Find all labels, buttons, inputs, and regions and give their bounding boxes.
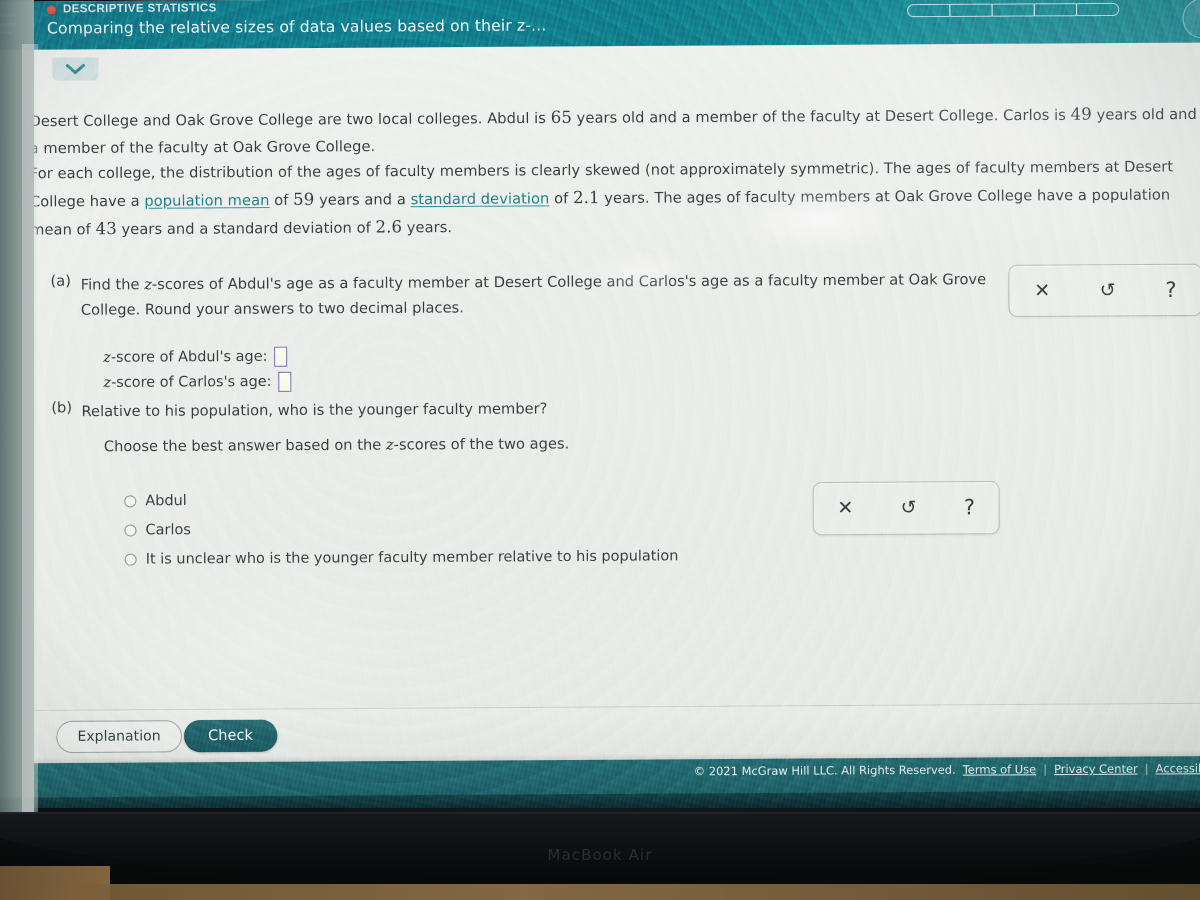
carlos-label-var-z: z [103,374,112,391]
p1-text-1: Desert College and Oak Grove College are… [29,109,551,131]
p2-desert-mean: 59 [293,189,315,209]
topic-label: DESCRIPTIVE STATISTICS [62,2,217,16]
footer-separator: | [1043,762,1048,777]
radio-option-unclear[interactable]: It is unclear who is the younger faculty… [124,539,1058,574]
part-a-prompt-line2: College. Round your answers to two decim… [80,299,464,319]
p1-text-2: years old and a member of the faculty at… [571,106,1071,127]
chevron-down-icon [65,63,85,75]
accessibility-link[interactable]: Accessib [1156,761,1200,775]
laptop-photo: Desert College and Oak Grove College are… [0,0,1200,900]
progress-bar[interactable] [907,2,1120,18]
topic-status-dot-icon [46,4,56,14]
question-mark-icon[interactable]: ? [1165,277,1176,301]
legal-footer-inner: © 2021 McGraw Hill LLC. All Rights Reser… [694,761,1200,778]
part-a-prompt-post: -scores of Abdul's age as a faculty memb… [151,271,987,294]
p2-oakgrove-sd: 2.6 [375,217,403,237]
p2-desert-sd: 2.1 [572,187,600,208]
radio-option-label: Abdul [145,492,187,509]
privacy-center-link[interactable]: Privacy Center [1054,762,1138,777]
abdul-zscore-input[interactable] [274,346,288,367]
abdul-label-rest: -score of Abdul's age: [110,348,268,366]
part-b-label: (b) [51,399,73,417]
close-x-icon[interactable]: ✕ [837,497,853,519]
p2-text-6: years and a standard deviation of [116,219,376,239]
radio-option-label: Carlos [145,521,191,538]
laptop-screen: Desert College and Oak Grove College are… [0,0,1200,818]
problem-paragraph-2: For each college, the distribution of th… [30,153,1200,244]
carlos-zscore-input[interactable] [278,371,292,392]
explanation-button[interactable]: Explanation [56,720,182,754]
question-part-a: (a) Find the z-scores of Abdul's age as … [50,267,1016,396]
p2-oakgrove-mean: 43 [95,219,117,239]
desk-surface-right [70,884,1200,900]
check-button[interactable]: Check [183,719,278,753]
progress-segment [949,3,993,17]
radio-circle-icon[interactable] [124,494,137,507]
population-mean-link[interactable]: population mean [144,192,269,210]
abdul-label-var-z: z [103,349,111,366]
progress-segment [907,3,951,18]
question-mark-icon[interactable]: ? [964,495,975,519]
carlos-zscore-row: z-score of Carlos's age: [103,364,1016,395]
part-a-label: (a) [50,272,72,290]
radio-circle-icon[interactable] [124,523,137,537]
part-b-prompt: Relative to his population, who is the y… [81,400,548,421]
part-a-prompt-pre: Find the [80,276,145,294]
abdul-zscore-label: z-score of Abdul's age: [103,348,267,365]
undo-arrow-icon[interactable]: ↺ [901,497,917,519]
standard-deviation-link[interactable]: standard deviation [411,190,550,208]
part-a-prompt: Find the z-scores of Abdul's age as a fa… [81,267,1016,323]
progress-segment [1033,3,1078,17]
p2-text-7: years. [401,218,453,237]
part-a-var-z: z [144,276,152,294]
collapse-tab[interactable] [52,57,99,81]
close-x-icon[interactable]: ✕ [1034,279,1050,301]
answer-tools-panel-a: ✕ ↺ ? [1008,263,1200,318]
radio-circle-icon[interactable] [124,553,137,566]
carlos-zscore-label: z-score of Carlos's age: [103,373,271,390]
undo-arrow-icon[interactable]: ↺ [1100,279,1116,301]
p1-carlos-age: 49 [1070,104,1092,124]
p2-text-2: of [269,191,294,210]
problem-canvas: Desert College and Oak Grove College are… [29,42,1200,764]
topic-row: DESCRIPTIVE STATISTICS [46,2,217,16]
p1-abdul-age: 65 [550,107,572,127]
copyright-text: © 2021 McGraw Hill LLC. All Rights Reser… [693,762,956,779]
carlos-label-rest: -score of Carlos's age: [110,373,272,391]
terms-of-use-link[interactable]: Terms of Use [963,762,1036,777]
part-b-instr-pre: Choose the best answer based on the [103,436,387,456]
answer-tools-panel-b: ✕ ↺ ? [812,480,1000,536]
p2-text-4: of [549,190,574,208]
progress-segment [991,3,1035,17]
problem-paragraph-1: Desert College and Oak Grove College are… [29,100,1200,162]
left-bezel-highlight [22,44,38,812]
device-label: MacBook Air [547,846,653,864]
p2-text-3: years and a [314,191,411,209]
page-title: Comparing the relative sizes of data val… [46,16,547,38]
part-b-instr-post: -scores of the two ages. [393,435,570,454]
lesson-header: DESCRIPTIVE STATISTICS Comparing the rel… [0,0,1200,50]
radio-option-label: It is unclear who is the younger faculty… [145,547,679,568]
footer-separator: | [1144,761,1149,776]
progress-segment [1075,2,1120,17]
